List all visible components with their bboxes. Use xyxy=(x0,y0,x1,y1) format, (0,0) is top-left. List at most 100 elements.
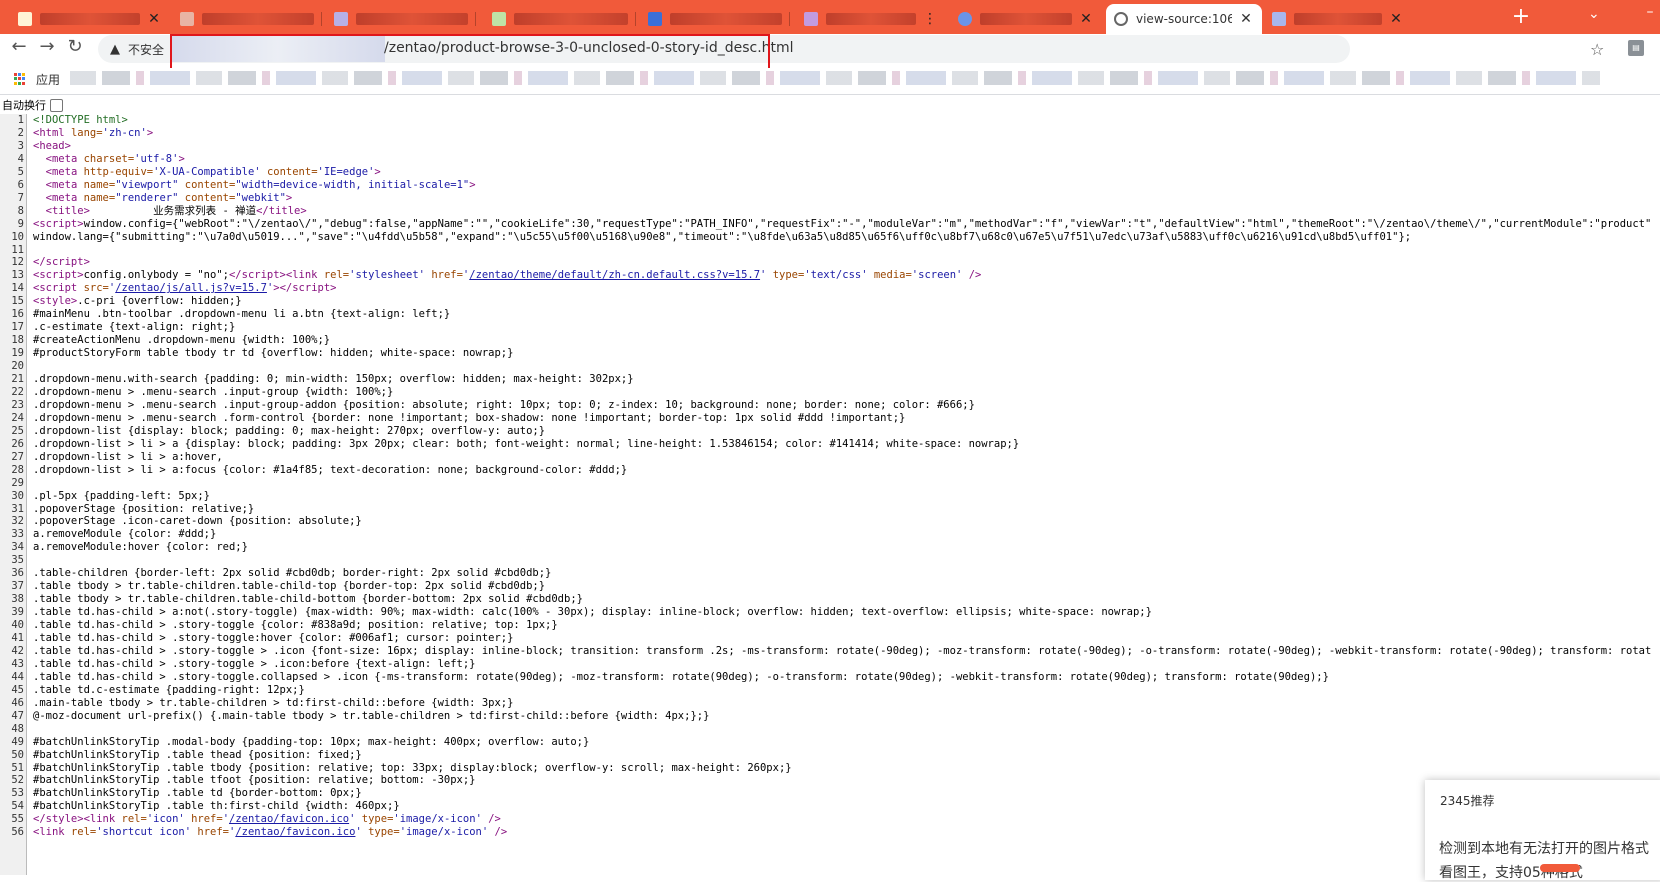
tab-view-source[interactable]: view-source:106.15... ✕ xyxy=(1106,4,1262,34)
line-number: 49 xyxy=(11,735,24,748)
extension-icon[interactable]: ▤ xyxy=(1628,40,1644,56)
tab-favicon-icon xyxy=(1272,12,1286,26)
line-code: #batchUnlinkStoryTip .modal-body {paddin… xyxy=(33,735,590,748)
line-code: a.removeModule:hover {color: red;} xyxy=(33,541,248,554)
line-number: 41 xyxy=(11,632,24,644)
source-link[interactable]: /zentao/js/all.js?v=15.7 xyxy=(115,282,267,294)
tab-6[interactable]: ⋮ xyxy=(796,4,946,34)
line-number: 25 xyxy=(11,424,24,437)
bookmark-star-icon[interactable]: ☆ xyxy=(1590,40,1604,59)
line-number: 48 xyxy=(11,722,24,735)
line-wrap-control: 自动换行 xyxy=(0,96,63,114)
line-code: .table td.has-child > .story-toggle > .i… xyxy=(33,657,476,670)
line-code: #batchUnlinkStoryTip .table td {border-b… xyxy=(33,787,362,800)
line-code: <meta http-equiv='X-UA-Compatible' conte… xyxy=(45,165,381,178)
line-number: 19 xyxy=(11,347,24,360)
tab-7[interactable]: ✕ xyxy=(950,4,1102,34)
active-tab-title: view-source:106.15... xyxy=(1136,12,1232,26)
source-link[interactable]: /zentao/favicon.ico xyxy=(229,813,349,825)
line-number: 1 xyxy=(17,114,24,126)
line-wrap-checkbox[interactable] xyxy=(50,98,63,112)
line-number: 6 xyxy=(17,178,24,191)
line-number: 5 xyxy=(17,165,24,178)
line-number: 44 xyxy=(11,670,24,683)
line-code: <link rel='shortcut icon' href='/zentao/… xyxy=(33,826,508,839)
line-code: @-moz-document url-prefix() {.main-table… xyxy=(33,709,710,722)
tab-more-icon[interactable]: ⋮ xyxy=(922,11,938,27)
line-number: 38 xyxy=(11,593,24,606)
line-code: .table-children {border-left: 2px solid … xyxy=(33,567,552,580)
notification-body: 检测到本地有无法打开的图片格式 xyxy=(1439,841,1649,857)
tab-5[interactable] xyxy=(640,4,790,34)
line-number: 35 xyxy=(11,554,24,567)
forward-arrow-icon[interactable]: → xyxy=(36,36,58,58)
line-number: 40 xyxy=(11,619,24,632)
line-code: .table td.has-child > .story-toggle > .i… xyxy=(33,644,1652,657)
back-arrow-icon[interactable]: ← xyxy=(8,36,30,58)
tab-search-chevron-icon[interactable]: ⌄ xyxy=(1588,6,1600,22)
tab-favicon-icon xyxy=(492,12,506,26)
globe-icon xyxy=(1114,12,1128,26)
close-icon[interactable]: ✕ xyxy=(146,11,162,27)
source-link[interactable]: /zentao/favicon.ico xyxy=(235,826,355,838)
close-icon[interactable]: ✕ xyxy=(1238,11,1254,27)
line-number: 51 xyxy=(11,761,24,774)
line-code: <head> xyxy=(33,139,71,152)
notification-popup[interactable]: 2345推荐 检测到本地有无法打开的图片格式 看图王，支持05种格式 xyxy=(1425,780,1660,881)
line-number: 42 xyxy=(11,644,24,657)
line-number: 17 xyxy=(11,321,24,334)
line-number: 15 xyxy=(11,295,24,308)
line-number: 27 xyxy=(11,450,24,463)
notification-title: 2345推荐 xyxy=(1440,794,1495,808)
tab-title-blurred xyxy=(356,13,468,25)
line-number: 26 xyxy=(11,437,24,450)
tab-title-blurred xyxy=(1294,13,1382,25)
line-number: 33 xyxy=(11,528,24,541)
tab-favicon-icon xyxy=(180,12,194,26)
line-code: .dropdown-menu > .menu-search .form-cont… xyxy=(33,411,906,424)
line-code: #batchUnlinkStoryTip .table th:first-chi… xyxy=(33,800,400,813)
insecure-label[interactable]: 不安全 xyxy=(128,41,164,58)
warning-icon[interactable]: ▲ xyxy=(110,42,120,57)
tab-9[interactable]: ✕ xyxy=(1264,4,1412,34)
close-icon[interactable]: ✕ xyxy=(1078,11,1094,27)
line-code: .dropdown-list > li > a {display: block;… xyxy=(33,437,1020,450)
line-code: .table td.has-child > a:not(.story-toggl… xyxy=(33,606,1152,619)
line-code: <script>config.onlybody = "no";</script>… xyxy=(33,269,982,282)
line-code: #mainMenu .btn-toolbar .dropdown-menu li… xyxy=(33,308,451,321)
window-minimize-icon[interactable]: – xyxy=(1640,4,1660,28)
source-view: 1 <!DOCTYPE html> 2 <html lang='zh-cn'> 3 <he… xyxy=(0,114,1660,875)
line-number: 8 xyxy=(17,204,24,217)
line-number: 47 xyxy=(11,709,24,722)
source-link[interactable]: /zentao/theme/default/zh-cn.default.css?… xyxy=(469,269,760,281)
line-number: 55 xyxy=(11,813,24,826)
line-code: </style><link rel='icon' href='/zentao/f… xyxy=(33,813,501,826)
line-number: 18 xyxy=(11,334,24,347)
bookmarks-blurred xyxy=(70,71,1600,85)
apps-grid-icon[interactable] xyxy=(14,73,26,85)
tab-1[interactable]: ✕ xyxy=(10,4,170,34)
line-number: 24 xyxy=(11,411,24,424)
line-code: .dropdown-list {display: block; padding:… xyxy=(33,424,546,437)
tab-3[interactable] xyxy=(326,4,476,34)
line-number: 7 xyxy=(17,191,24,204)
line-number: 45 xyxy=(11,683,24,696)
line-code: <meta name="viewport" content="width=dev… xyxy=(45,178,476,191)
line-code: <html lang='zh-cn'> xyxy=(33,126,154,139)
reload-icon[interactable]: ↻ xyxy=(64,36,86,58)
line-number: 14 xyxy=(11,282,24,295)
line-code: .dropdown-menu > .menu-search .input-gro… xyxy=(33,398,975,411)
close-icon[interactable]: ✕ xyxy=(1388,11,1404,27)
line-number: 9 xyxy=(17,217,24,230)
line-code: </script> xyxy=(33,256,90,269)
tab-4[interactable] xyxy=(484,4,636,34)
tab-2[interactable] xyxy=(172,4,322,34)
tab-title-blurred xyxy=(670,13,782,25)
new-tab-button[interactable]: + xyxy=(1508,5,1534,31)
tab-strip: ✕ ⋮ ✕ view-source:106.15... ✕ ✕ xyxy=(0,0,1660,34)
line-number: 50 xyxy=(11,748,24,761)
line-code: .dropdown-menu > .menu-search .input-gro… xyxy=(33,385,394,398)
line-code: <title> 业务需求列表 - 禅道</title> xyxy=(45,204,307,217)
line-number: 32 xyxy=(11,515,24,528)
apps-label[interactable]: 应用 xyxy=(36,71,60,88)
